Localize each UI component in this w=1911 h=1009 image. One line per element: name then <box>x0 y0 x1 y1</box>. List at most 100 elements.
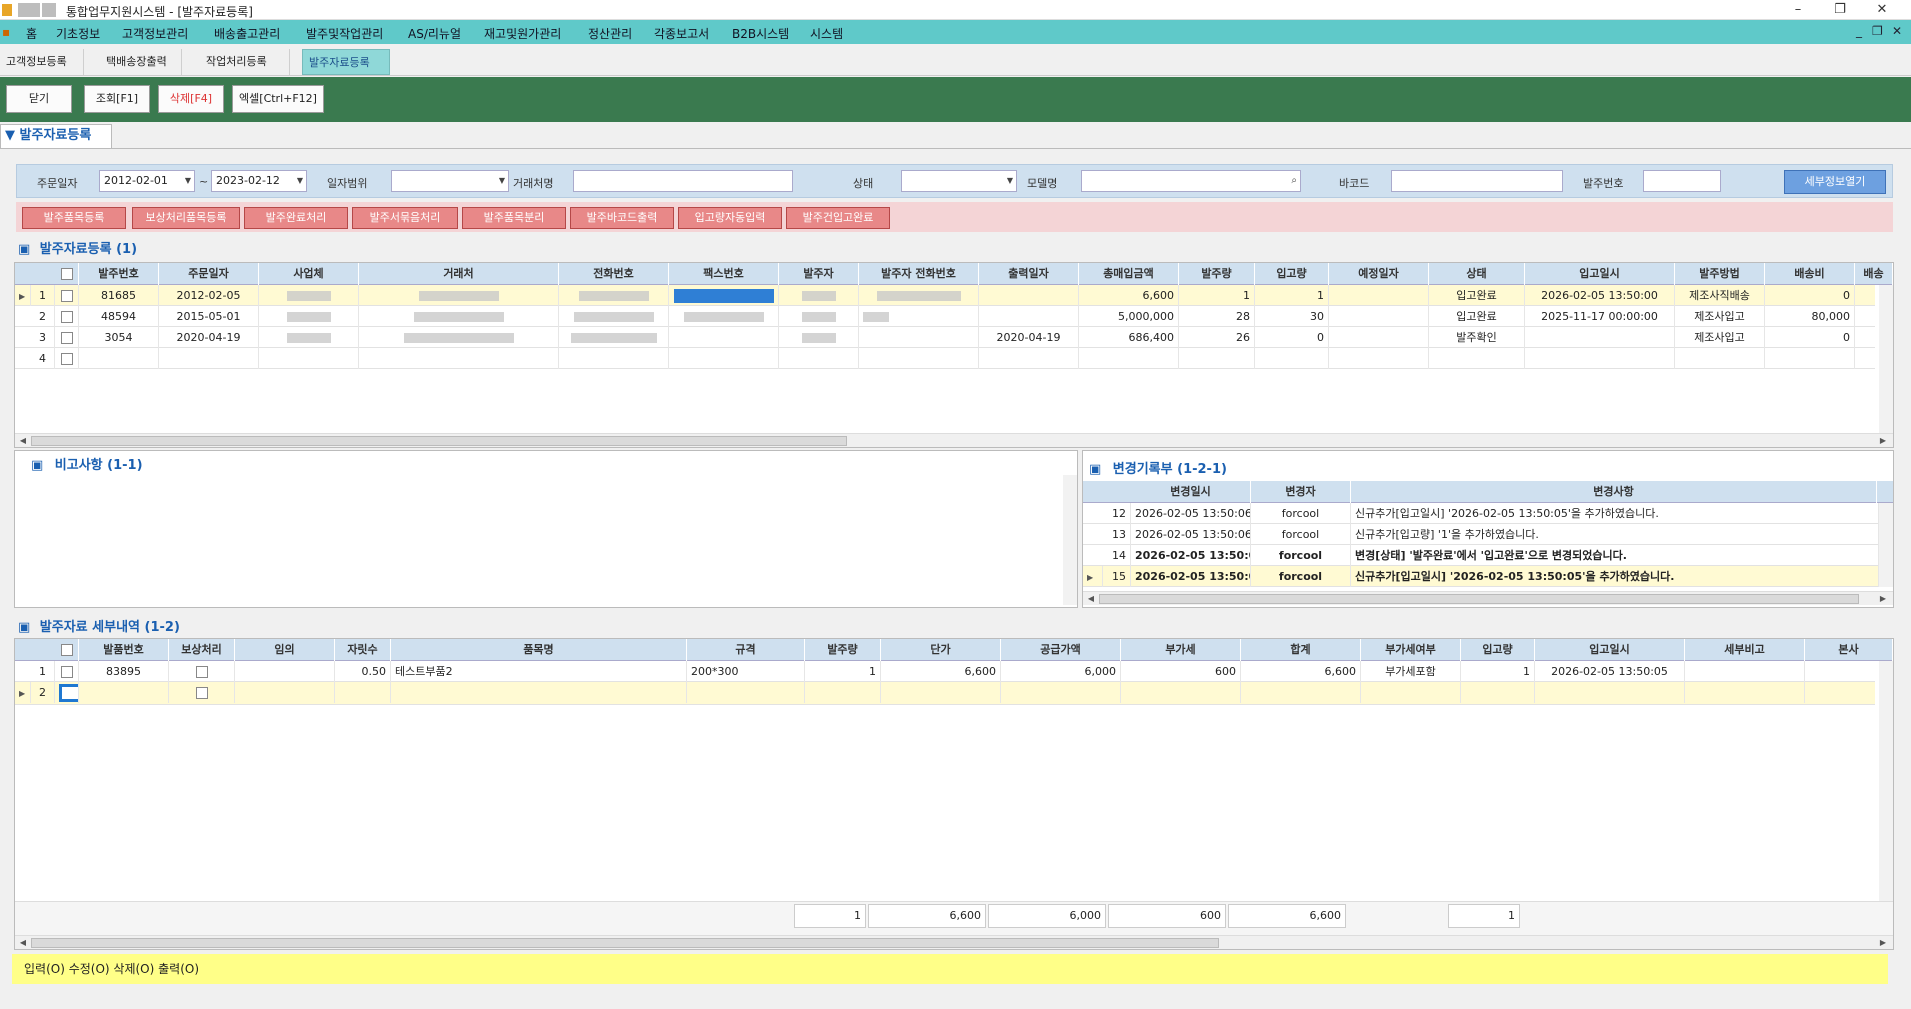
col-supply[interactable]: 공급가액 <box>1001 639 1121 661</box>
cell-print-date[interactable] <box>979 348 1079 369</box>
cell-qty[interactable]: 26 <box>1179 327 1255 348</box>
col-detail-note[interactable]: 세부비고 <box>1685 639 1805 661</box>
scroll-thumb[interactable] <box>31 436 847 446</box>
col-ship[interactable]: 배송 <box>1855 263 1893 285</box>
cell-qty[interactable] <box>805 682 881 703</box>
dropdown-arrow-icon[interactable]: ▼ <box>499 171 505 191</box>
restore-icon[interactable]: ❐ <box>1820 0 1860 20</box>
menu-order-work[interactable]: 발주및작업관리 <box>306 25 383 42</box>
cell-client-redacted[interactable] <box>359 285 559 306</box>
col-qty[interactable]: 발주량 <box>1179 263 1255 285</box>
print-barcode-button[interactable]: 발주바코드출력 <box>570 207 674 229</box>
col-orderer[interactable]: 발주자 <box>779 263 859 285</box>
dropdown-arrow-icon[interactable]: ▼ <box>1007 171 1013 191</box>
order-no-input[interactable] <box>1643 170 1721 192</box>
cell-change-user[interactable]: forcool <box>1251 545 1351 566</box>
cell-orderer-redacted[interactable] <box>779 327 859 348</box>
cell-ship-fee[interactable]: 0 <box>1765 327 1855 348</box>
col-fax[interactable]: 팩스번호 <box>669 263 779 285</box>
cell-fax[interactable] <box>669 348 779 369</box>
tab-order-register[interactable]: 발주자료등록 <box>302 49 390 75</box>
table-row-new[interactable]: ▶ 2 <box>15 682 1875 705</box>
col-hq[interactable]: 본사 <box>1805 639 1893 661</box>
cell-change-desc[interactable]: 신규추가[입고일시] '2026-02-05 13:50:05'을 추가하였습니… <box>1351 566 1879 587</box>
dropdown-arrow-icon[interactable]: ▼ <box>185 171 191 191</box>
table-row[interactable]: 2 48594 2015-05-01 5,000,000 28 30 입고완료 … <box>15 306 1875 327</box>
scroll-right-icon[interactable]: ▶ <box>1877 593 1889 605</box>
cell-supply[interactable] <box>1001 682 1121 703</box>
tab-waybill-print[interactable]: 택배송장출력 <box>100 49 182 75</box>
close-button[interactable]: 닫기 <box>6 85 72 113</box>
cell-fax-redacted[interactable] <box>669 285 779 306</box>
cell-client-redacted[interactable] <box>359 327 559 348</box>
row-checkbox[interactable] <box>55 285 79 306</box>
register-order-item-button[interactable]: 발주품목등록 <box>22 207 126 229</box>
table-row[interactable]: 1 83895 0.50 테스트부품2 200*300 1 6,600 6,00… <box>15 661 1875 682</box>
cell-item-no[interactable]: 83895 <box>79 661 169 682</box>
cell-in-qty[interactable]: 1 <box>1255 285 1329 306</box>
orders-hscroll[interactable]: ◀ ▶ <box>15 433 1893 447</box>
cell-order-date[interactable]: 2015-05-01 <box>159 306 259 327</box>
tab-work-register[interactable]: 작업처리등록 <box>200 49 290 75</box>
cell-item-no[interactable] <box>79 682 169 703</box>
cell-print-date[interactable] <box>979 306 1079 327</box>
orders-vscroll[interactable] <box>1879 285 1893 433</box>
col-item-name[interactable]: 품목명 <box>391 639 687 661</box>
menu-system[interactable]: 시스템 <box>810 25 843 42</box>
cell-orderer-redacted[interactable] <box>779 285 859 306</box>
scroll-left-icon[interactable]: ◀ <box>17 435 29 447</box>
cell-digits[interactable] <box>335 682 391 703</box>
col-client[interactable]: 거래처 <box>359 263 559 285</box>
mdi-close-icon[interactable]: ✕ <box>1892 24 1902 38</box>
cell-in-datetime[interactable]: 2026-02-05 13:50:05 <box>1535 661 1685 682</box>
col-in-qty[interactable]: 입고량 <box>1255 263 1329 285</box>
cell-phone-redacted[interactable] <box>559 306 669 327</box>
complete-order-button[interactable]: 발주완료처리 <box>244 207 348 229</box>
date-from-field[interactable]: 2012-02-01 ▼ <box>99 170 195 192</box>
cell-order-date[interactable]: 2020-04-19 <box>159 327 259 348</box>
menu-home[interactable]: 홈 <box>26 25 37 42</box>
date-to-field[interactable]: 2023-02-12 ▼ <box>211 170 307 192</box>
cell-order-no[interactable]: 3054 <box>79 327 159 348</box>
menu-customer[interactable]: 고객정보관리 <box>122 25 188 42</box>
collapse-icon[interactable]: ▣ <box>18 242 30 257</box>
cell-order-no[interactable]: 48594 <box>79 306 159 327</box>
menu-basic-info[interactable]: 기초정보 <box>56 25 100 42</box>
cell-sum[interactable] <box>1241 682 1361 703</box>
cell-vat[interactable] <box>1121 682 1241 703</box>
cell-item-name[interactable]: 테스트부품2 <box>391 661 687 682</box>
col-ship-fee[interactable]: 배송비 <box>1765 263 1855 285</box>
tab-customer-register[interactable]: 고객정보등록 <box>0 49 84 75</box>
cell-sum[interactable]: 6,600 <box>1241 661 1361 682</box>
cell-due-date[interactable] <box>1329 348 1429 369</box>
cell-change-desc[interactable]: 변경[상태] '발주완료'에서 '입고완료'으로 변경되었습니다. <box>1351 545 1879 566</box>
cell-status[interactable] <box>1429 348 1525 369</box>
cell-in-qty[interactable] <box>1461 682 1535 703</box>
cell-in-qty[interactable] <box>1255 348 1329 369</box>
cell-arbitrary[interactable] <box>235 682 335 703</box>
row-checkbox-focused[interactable] <box>55 682 79 703</box>
log-row[interactable]: 13 2026-02-05 13:50:06 forcool 신규추가[입고량]… <box>1083 524 1879 545</box>
cell-method[interactable] <box>1675 348 1765 369</box>
cell-change-desc[interactable]: 신규추가[입고일시] '2026-02-05 13:50:05'을 추가하였습니… <box>1351 503 1879 524</box>
row-checkbox[interactable] <box>55 348 79 369</box>
cell-spec[interactable] <box>687 682 805 703</box>
col-change-desc[interactable]: 변경사항 <box>1351 481 1877 503</box>
col-in-qty[interactable]: 입고량 <box>1461 639 1535 661</box>
cell-total[interactable]: 5,000,000 <box>1079 306 1179 327</box>
cell-change-user[interactable]: forcool <box>1251 566 1351 587</box>
col-item-no[interactable]: 발품번호 <box>79 639 169 661</box>
col-sum[interactable]: 합계 <box>1241 639 1361 661</box>
cell-total[interactable]: 6,600 <box>1079 285 1179 306</box>
cell-order-date[interactable]: 2012-02-05 <box>159 285 259 306</box>
table-row[interactable]: ▶ 1 81685 2012-02-05 6,600 1 1 입고완료 2026… <box>15 285 1875 306</box>
status-select[interactable]: ▼ <box>901 170 1017 192</box>
mdi-minimize-icon[interactable]: _ <box>1856 24 1862 38</box>
table-row[interactable]: 3 3054 2020-04-19 2020-04-19 686,400 26 … <box>15 327 1875 348</box>
col-business[interactable]: 사업체 <box>259 263 359 285</box>
complete-receiving-button[interactable]: 발주건입고완료 <box>786 207 890 229</box>
cell-client-redacted[interactable] <box>359 306 559 327</box>
register-compensation-button[interactable]: 보상처리품목등록 <box>132 207 240 229</box>
client-input[interactable] <box>573 170 793 192</box>
cell-method[interactable]: 제조사입고 <box>1675 327 1765 348</box>
